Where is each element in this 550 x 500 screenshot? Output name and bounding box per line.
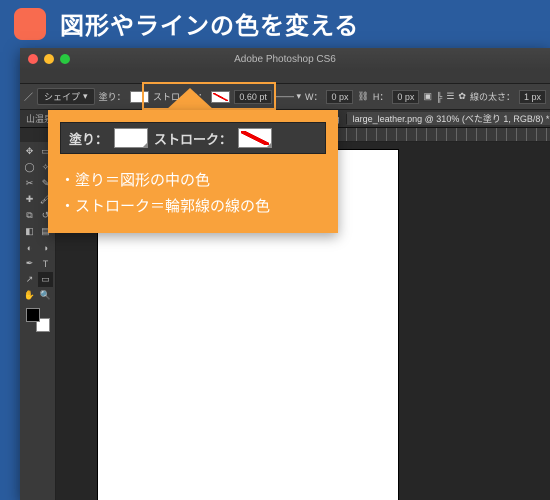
align-icon[interactable]: ╠: [436, 92, 442, 102]
tab-active[interactable]: large_leather.png @ 310% (べた塗り 1, RGB/8)…: [347, 112, 550, 125]
path-tool[interactable]: ↗: [22, 272, 37, 287]
banner-title: 図形やラインの色を変える: [60, 6, 359, 41]
h-label: H：: [373, 90, 389, 103]
callout-bullets: 塗り＝図形の中の色 ストローク＝輪郭線の線の色: [60, 168, 326, 219]
titlebar: Adobe Photoshop CS6: [20, 48, 550, 70]
callout-bullet: ストローク＝輪郭線の線の色: [60, 194, 326, 220]
close-button[interactable]: [28, 54, 38, 64]
callout-stroke-label: ストローク：: [154, 129, 232, 148]
move-tool[interactable]: ✥: [22, 144, 37, 159]
callout-zoom-row: 塗り： ストローク：: [60, 122, 326, 154]
lasso-tool[interactable]: ◯: [22, 160, 37, 175]
callout-fill-label: 塗り：: [69, 129, 108, 148]
line-weight-field[interactable]: 1 px: [519, 90, 546, 104]
link-icon[interactable]: ⛓: [357, 91, 368, 102]
callout-fill-swatch[interactable]: [114, 128, 148, 148]
zoom-tool[interactable]: 🔍: [38, 288, 53, 303]
app-title: Adobe Photoshop CS6: [234, 54, 336, 65]
arrange-icon[interactable]: ☰: [446, 91, 454, 102]
banner-icon: [14, 8, 46, 40]
gear-icon[interactable]: ✿: [458, 91, 466, 102]
eraser-tool[interactable]: ◧: [22, 224, 37, 239]
tutorial-banner: 図形やラインの色を変える: [0, 0, 550, 51]
hand-tool[interactable]: ✋: [22, 288, 37, 303]
heal-tool[interactable]: ✚: [22, 192, 37, 207]
color-swatches[interactable]: [26, 308, 50, 332]
callout-bullet: 塗り＝図形の中の色: [60, 168, 326, 194]
pen-tool[interactable]: ✒: [22, 256, 37, 271]
callout-stroke-swatch[interactable]: [238, 128, 272, 148]
minimize-button[interactable]: [44, 54, 54, 64]
line-weight-label: 線の太さ：: [470, 90, 515, 103]
stamp-tool[interactable]: ⧉: [22, 208, 37, 223]
blur-tool[interactable]: ◐: [22, 240, 37, 255]
maximize-button[interactable]: [60, 54, 70, 64]
type-tool[interactable]: T: [38, 256, 53, 271]
callout: 塗り： ストローク： 塗り＝図形の中の色 ストローク＝輪郭線の線の色: [48, 88, 338, 233]
dodge-tool[interactable]: ◑: [38, 240, 53, 255]
menubar[interactable]: [20, 70, 550, 84]
callout-arrow: [166, 88, 214, 110]
fg-color[interactable]: [26, 308, 40, 322]
shape-tool[interactable]: ▭: [38, 272, 53, 287]
height-field[interactable]: 0 px: [392, 90, 419, 104]
line-tool-icon[interactable]: ／: [24, 90, 33, 103]
path-ops-icon[interactable]: ▣: [423, 91, 432, 102]
crop-tool[interactable]: ✂: [22, 176, 37, 191]
